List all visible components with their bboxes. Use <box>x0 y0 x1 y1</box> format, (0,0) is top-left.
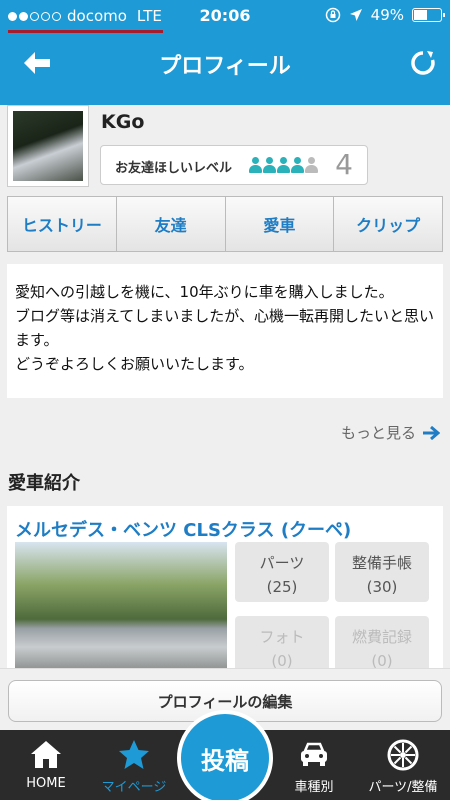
tab-cars[interactable]: 愛車 <box>225 196 335 252</box>
stat-photos[interactable]: フォト (0) <box>235 616 329 676</box>
car-icon <box>301 742 327 766</box>
tabbar-label: 車種別 <box>294 780 334 795</box>
tab-history[interactable]: ヒストリー <box>7 196 117 252</box>
wheel-icon <box>387 739 419 771</box>
profile-tabs: ヒストリー 友達 愛車 クリップ <box>7 196 443 252</box>
header: docomo LTE 20:06 49% プロフィール <box>0 0 450 105</box>
stat-label: 燃費記録 <box>351 628 412 646</box>
tabbar-mypage[interactable]: マイページ <box>96 730 172 800</box>
car-card: メルセデス・ベンツ CLSクラス (クーペ) パーツ (25) 整備手帳 (30… <box>7 506 443 676</box>
nav-bar: プロフィール <box>0 38 450 88</box>
section-title: 愛車紹介 <box>8 473 80 494</box>
intro-line: ブログ等は消えてしまいましたが、心機一転再開したいと思います。 <box>15 307 434 349</box>
intro-line: どうぞよろしくお願いいたします。 <box>15 355 254 373</box>
tab-clips[interactable]: クリップ <box>334 196 443 252</box>
person-icon <box>305 157 318 174</box>
stat-parts[interactable]: パーツ (25) <box>235 542 329 602</box>
person-icon <box>249 157 262 174</box>
friend-level-label: お友達ほしいレベル <box>115 161 233 176</box>
stat-label: フォト <box>259 628 305 646</box>
battery-percent: 49% <box>370 6 404 24</box>
more-label: もっと見る <box>340 424 416 442</box>
star-icon <box>119 740 149 769</box>
tabbar-label: マイページ <box>101 780 167 795</box>
stat-count: (30) <box>366 578 398 596</box>
tabbar-label: HOME <box>26 776 66 791</box>
tabbar-label: パーツ/整備 <box>368 780 438 795</box>
person-icon <box>277 157 290 174</box>
tabbar-car-types[interactable]: 車種別 <box>282 730 346 800</box>
person-icon <box>263 157 276 174</box>
status-bar: docomo LTE 20:06 49% <box>0 0 450 32</box>
arrow-right-icon <box>423 425 440 440</box>
friend-level-value: 4 <box>335 148 353 181</box>
intro-line: 愛知への引越しを機に、10年ぶりに車を購入しました。 <box>15 283 394 301</box>
friend-level-box: お友達ほしいレベル 4 <box>100 145 368 185</box>
more-link[interactable]: もっと見る <box>341 422 440 443</box>
tabbar-home[interactable]: HOME <box>18 730 74 800</box>
username: KGo <box>101 111 145 133</box>
home-icon <box>31 741 61 768</box>
stat-fuel[interactable]: 燃費記録 (0) <box>335 616 429 676</box>
refresh-icon[interactable] <box>410 50 436 76</box>
status-underline <box>8 30 163 33</box>
tabbar-parts[interactable]: パーツ/整備 <box>360 730 446 800</box>
location-icon <box>349 9 362 21</box>
stat-maintenance[interactable]: 整備手帳 (30) <box>335 542 429 602</box>
post-button[interactable]: 投稿 <box>177 710 273 800</box>
battery-icon <box>412 8 445 22</box>
stat-label: パーツ <box>259 554 305 572</box>
tab-friends[interactable]: 友達 <box>116 196 226 252</box>
stat-count: (25) <box>266 578 298 596</box>
status-right: 49% <box>325 6 445 24</box>
car-name-link[interactable]: メルセデス・ベンツ CLSクラス (クーペ) <box>15 516 351 542</box>
page-title: プロフィール <box>159 54 291 79</box>
car-photo[interactable] <box>15 542 227 676</box>
stat-label: 整備手帳 <box>351 554 412 572</box>
person-icon <box>291 157 304 174</box>
friend-level-icons <box>249 157 318 174</box>
profile-intro: 愛知への引越しを機に、10年ぶりに車を購入しました。 ブログ等は消えてしまいまし… <box>7 264 443 398</box>
rotation-lock-icon <box>325 7 340 23</box>
profile-summary: KGo お友達ほしいレベル 4 <box>7 105 443 190</box>
avatar[interactable] <box>7 105 89 187</box>
